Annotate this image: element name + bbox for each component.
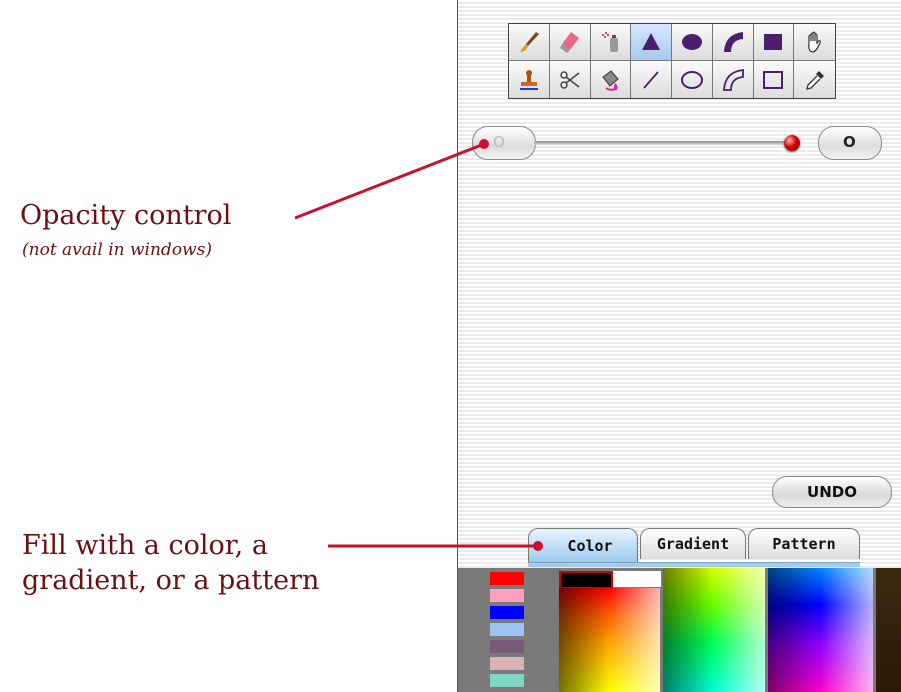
eyedropper-icon <box>805 70 824 90</box>
tab-gradient-label: Gradient <box>656 535 730 553</box>
recent-color-swatch[interactable] <box>490 623 524 636</box>
opacity-callout-title: Opacity control <box>20 200 232 231</box>
fill-callout-line1: Fill with a color, a <box>22 530 268 561</box>
green-color-grid[interactable] <box>663 568 765 692</box>
hand-tool[interactable] <box>794 24 835 61</box>
opacity-min-label: O <box>493 133 505 151</box>
spray-can-icon <box>602 32 619 52</box>
tab-pattern-label: Pattern <box>772 535 836 553</box>
ellipse-outline-tool[interactable] <box>672 61 713 98</box>
outline-rectangle-icon <box>763 70 784 89</box>
tab-pattern[interactable]: Pattern <box>748 528 860 559</box>
outline-arc-icon <box>722 68 744 91</box>
rectangle-outline-tool[interactable] <box>753 61 795 98</box>
line-tool[interactable] <box>631 61 672 98</box>
fill-callout-line2: gradient, or a pattern <box>22 565 320 596</box>
bucket-tool[interactable] <box>590 61 632 98</box>
cool-color-grid[interactable] <box>768 568 873 692</box>
scissors-tool[interactable] <box>549 61 591 98</box>
opacity-max-button[interactable]: O <box>818 126 882 160</box>
tab-gradient[interactable]: Gradient <box>640 528 746 559</box>
tab-color[interactable]: Color <box>528 528 638 563</box>
rectangle-fill-tool[interactable] <box>753 24 795 61</box>
recent-color-swatch[interactable] <box>490 657 524 670</box>
color-swatch-palette[interactable] <box>458 568 901 692</box>
arc-fill-tool[interactable] <box>712 24 754 61</box>
filled-arc-icon <box>723 32 743 52</box>
tab-divider <box>528 562 860 567</box>
ellipse-fill-tool[interactable] <box>672 24 713 61</box>
recent-color-swatch[interactable] <box>490 606 524 619</box>
hand-icon <box>807 31 821 53</box>
brush-icon <box>519 32 539 52</box>
opacity-slider-track[interactable] <box>534 141 792 145</box>
undo-button[interactable]: UNDO <box>772 476 892 508</box>
current-color-swatch[interactable] <box>559 571 613 589</box>
dark-color-strip[interactable] <box>876 568 901 692</box>
paint-bucket-icon <box>602 69 620 91</box>
stamp-icon <box>519 69 538 90</box>
eraser-tool[interactable] <box>549 24 591 61</box>
opacity-leader-line <box>294 142 485 220</box>
spray-tool[interactable] <box>590 24 632 61</box>
arc-outline-tool[interactable] <box>712 61 754 98</box>
filled-ellipse-icon <box>681 34 702 50</box>
recent-color-swatch[interactable] <box>490 589 524 602</box>
recent-color-swatch[interactable] <box>490 640 524 653</box>
line-icon <box>643 70 659 89</box>
tab-color-label: Color <box>567 537 613 555</box>
opacity-min-button[interactable]: O <box>472 126 536 160</box>
recent-color-swatch[interactable] <box>490 674 524 687</box>
stamp-tool[interactable] <box>509 61 550 98</box>
scissors-icon <box>559 70 580 89</box>
white-swatch[interactable] <box>613 571 661 587</box>
opacity-slider-thumb[interactable] <box>784 135 800 151</box>
opacity-max-label: O <box>843 133 856 151</box>
triangle-fill-tool[interactable] <box>631 24 672 61</box>
brush-tool[interactable] <box>509 24 550 61</box>
eraser-icon <box>559 32 579 53</box>
recent-color-swatch[interactable] <box>490 572 524 585</box>
filled-rectangle-icon <box>764 34 783 50</box>
filled-triangle-icon <box>642 33 661 50</box>
tool-grid <box>508 23 836 99</box>
warm-color-grid[interactable] <box>559 588 660 692</box>
eyedropper-tool[interactable] <box>794 61 835 98</box>
opacity-callout-note: (not avail in windows) <box>22 240 212 260</box>
outline-ellipse-icon <box>680 70 703 89</box>
